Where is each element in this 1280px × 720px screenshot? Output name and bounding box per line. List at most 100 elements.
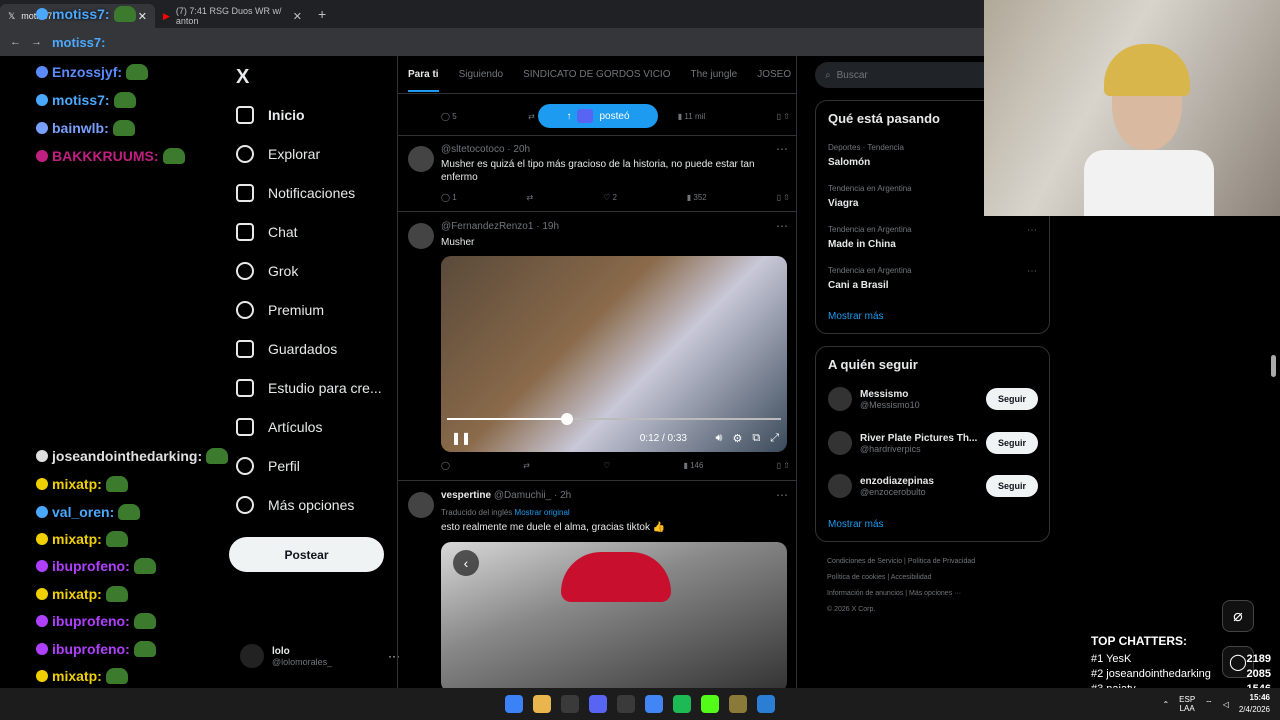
bookmark-icon[interactable]: ▯ ⇧ bbox=[777, 461, 790, 470]
wifi-icon[interactable]: ⌔ bbox=[1205, 699, 1213, 709]
views-icon[interactable]: ▮ 11 mil bbox=[678, 112, 705, 121]
search-icon: ⌕ bbox=[825, 69, 831, 81]
tweet-vespertine[interactable]: vespertine @Damuchii_ · 2h ⋯ Traducido d… bbox=[398, 482, 796, 688]
follow-item[interactable]: Messismo @Messismo10 Seguir bbox=[828, 387, 1038, 411]
tab-para-ti[interactable]: Para ti bbox=[408, 57, 439, 92]
x-logo[interactable]: X bbox=[236, 66, 249, 89]
pause-icon[interactable]: ❚❚ bbox=[451, 431, 471, 445]
tab-siguiendo[interactable]: Siguiendo bbox=[459, 69, 503, 80]
chat-message: bainwlb: bbox=[36, 120, 135, 136]
video-scrubber[interactable] bbox=[447, 413, 781, 425]
trend-item[interactable]: Tendencia en Argentina Viagra bbox=[828, 184, 912, 209]
nav-estudio[interactable]: Estudio para cre... bbox=[236, 379, 382, 397]
volume-icon[interactable]: ◁ bbox=[1223, 700, 1229, 709]
spotify-icon[interactable] bbox=[673, 695, 691, 713]
tweet-handle[interactable]: @Damuchii_ bbox=[494, 490, 551, 501]
show-more-link[interactable]: Mostrar más bbox=[828, 519, 884, 530]
reply-icon[interactable]: ◯ bbox=[441, 461, 450, 470]
folder-icon[interactable] bbox=[533, 695, 551, 713]
retweet-icon[interactable]: ⇄ bbox=[528, 112, 535, 121]
views-icon[interactable]: ▮ 146 bbox=[683, 461, 703, 470]
nav-inicio[interactable]: Inicio bbox=[236, 106, 305, 124]
nav-premium[interactable]: Premium bbox=[236, 301, 324, 319]
nav-explorar[interactable]: Explorar bbox=[236, 145, 320, 163]
tweet-handle[interactable]: @FernandezRenzo1 bbox=[441, 221, 533, 232]
scrubber-handle[interactable] bbox=[561, 413, 574, 425]
grok-icon[interactable]: ⌀ bbox=[1222, 600, 1254, 632]
chevron-left-icon[interactable]: ‹ bbox=[453, 550, 479, 576]
nav-articulos[interactable]: Artículos bbox=[236, 418, 322, 436]
app-icon[interactable] bbox=[757, 695, 775, 713]
trend-item[interactable]: Tendencia en Argentina Cani a Brasil bbox=[828, 266, 912, 291]
clock[interactable]: 15:46 2/4/2026 bbox=[1239, 692, 1270, 716]
follow-button[interactable]: Seguir bbox=[986, 388, 1038, 410]
language-indicator[interactable]: ESP LAA bbox=[1179, 695, 1195, 713]
obs-icon[interactable] bbox=[617, 695, 635, 713]
tab-the-jungle[interactable]: The jungle bbox=[691, 69, 738, 80]
post-button[interactable]: Postear bbox=[229, 537, 384, 572]
nav-guardados[interactable]: Guardados bbox=[236, 340, 337, 358]
tweet-handle[interactable]: @sltetocotoco bbox=[441, 144, 505, 155]
chrome-icon[interactable] bbox=[645, 695, 663, 713]
show-original-link[interactable]: Mostrar original bbox=[515, 508, 570, 517]
scrollbar-thumb[interactable] bbox=[1271, 355, 1276, 377]
footer-link[interactable]: Información de anuncios bbox=[827, 590, 903, 597]
nav-grok[interactable]: Grok bbox=[236, 262, 298, 280]
discord-icon[interactable] bbox=[589, 695, 607, 713]
bookmark-icon[interactable]: ▯ ⇧ bbox=[777, 193, 790, 202]
footer-link[interactable]: Accesibilidad bbox=[891, 574, 932, 581]
follow-button[interactable]: Seguir bbox=[986, 475, 1038, 497]
chat-username: ibuprofeno: bbox=[52, 641, 130, 657]
nav-mas-opciones[interactable]: Más opciones bbox=[236, 496, 354, 514]
new-tab-button[interactable]: + bbox=[318, 6, 326, 22]
video-player[interactable]: ❚❚ 0:12 / 0:33 🔊︎ ⚙︎ ⧉ ⤢ bbox=[441, 256, 787, 452]
more-icon[interactable]: ⋯ bbox=[1027, 266, 1037, 277]
footer-link[interactable]: Más opciones ··· bbox=[909, 590, 961, 597]
nav-notificaciones[interactable]: Notificaciones bbox=[236, 184, 355, 202]
more-icon[interactable]: ⋯ bbox=[776, 488, 788, 502]
account-switcher[interactable]: lolo @lolomorales_ ··· bbox=[240, 644, 400, 668]
tweet-image[interactable]: ‹ bbox=[441, 542, 787, 688]
bookmark-icon[interactable]: ▯ ⇧ bbox=[777, 112, 790, 121]
settings-icon[interactable]: ⚙︎ bbox=[732, 432, 742, 445]
nav-perfil[interactable]: Perfil bbox=[236, 457, 300, 475]
tweet-author[interactable]: vespertine bbox=[441, 490, 491, 501]
footer-link[interactable]: Política de cookies bbox=[827, 574, 885, 581]
kick-icon[interactable] bbox=[701, 695, 719, 713]
more-icon[interactable]: ⋯ bbox=[1027, 225, 1037, 236]
tweet-sltetocotoco[interactable]: @sltetocotoco · 20h ⋯ Musher es quizá el… bbox=[398, 136, 796, 212]
like-icon[interactable]: ♡ 2 bbox=[603, 193, 617, 202]
follow-item[interactable]: enzodiazepinas @enzocerobulto Seguir bbox=[828, 474, 1038, 498]
like-icon[interactable]: ♡ bbox=[603, 461, 610, 470]
footer-link[interactable]: Condiciones de Servicio bbox=[827, 558, 902, 565]
more-icon[interactable]: ⋯ bbox=[776, 142, 788, 156]
new-posts-pill[interactable]: ↑ posteó bbox=[538, 104, 658, 128]
trend-item[interactable]: Deportes · Tendencia Salomón bbox=[828, 143, 904, 168]
views-icon[interactable]: ▮ 352 bbox=[687, 193, 707, 202]
footer-link[interactable]: Política de Privacidad bbox=[908, 558, 975, 565]
follow-item[interactable]: River Plate Pictures Th... @hardriverpics… bbox=[828, 431, 1038, 455]
retweet-icon[interactable]: ⇄ bbox=[527, 193, 534, 202]
trend-item[interactable]: Tendencia en Argentina Made in China bbox=[828, 225, 912, 250]
pip-icon[interactable]: ⧉ bbox=[752, 432, 760, 445]
show-more-link[interactable]: Mostrar más bbox=[828, 311, 884, 322]
tweet-fernandez[interactable]: @FernandezRenzo1 · 19h ⋯ Musher ❚❚ 0:12 … bbox=[398, 213, 796, 481]
retweet-icon[interactable]: ⇄ bbox=[523, 461, 530, 470]
nav-chat[interactable]: Chat bbox=[236, 223, 298, 241]
reply-icon[interactable]: ◯ 5 bbox=[441, 112, 457, 121]
tab-sindicato[interactable]: SINDICATO DE GORDOS VICIO bbox=[523, 69, 670, 80]
steam-icon[interactable] bbox=[561, 695, 579, 713]
start-icon[interactable] bbox=[505, 695, 523, 713]
reply-icon[interactable]: ◯ 1 bbox=[441, 193, 457, 202]
trend-name: Made in China bbox=[828, 239, 896, 250]
chat-message: val_oren: bbox=[36, 504, 141, 520]
volume-icon[interactable]: 🔊︎ bbox=[716, 432, 723, 445]
chevron-up-icon[interactable]: ⌃ bbox=[1162, 700, 1169, 709]
app-icon[interactable] bbox=[729, 695, 747, 713]
avatar bbox=[828, 474, 852, 498]
follow-button[interactable]: Seguir bbox=[986, 432, 1038, 454]
close-icon[interactable]: ✕ bbox=[293, 10, 302, 23]
tab-joseo[interactable]: JOSEO bbox=[757, 69, 791, 80]
more-icon[interactable]: ⋯ bbox=[776, 219, 788, 233]
fullscreen-icon[interactable]: ⤢ bbox=[770, 432, 779, 445]
